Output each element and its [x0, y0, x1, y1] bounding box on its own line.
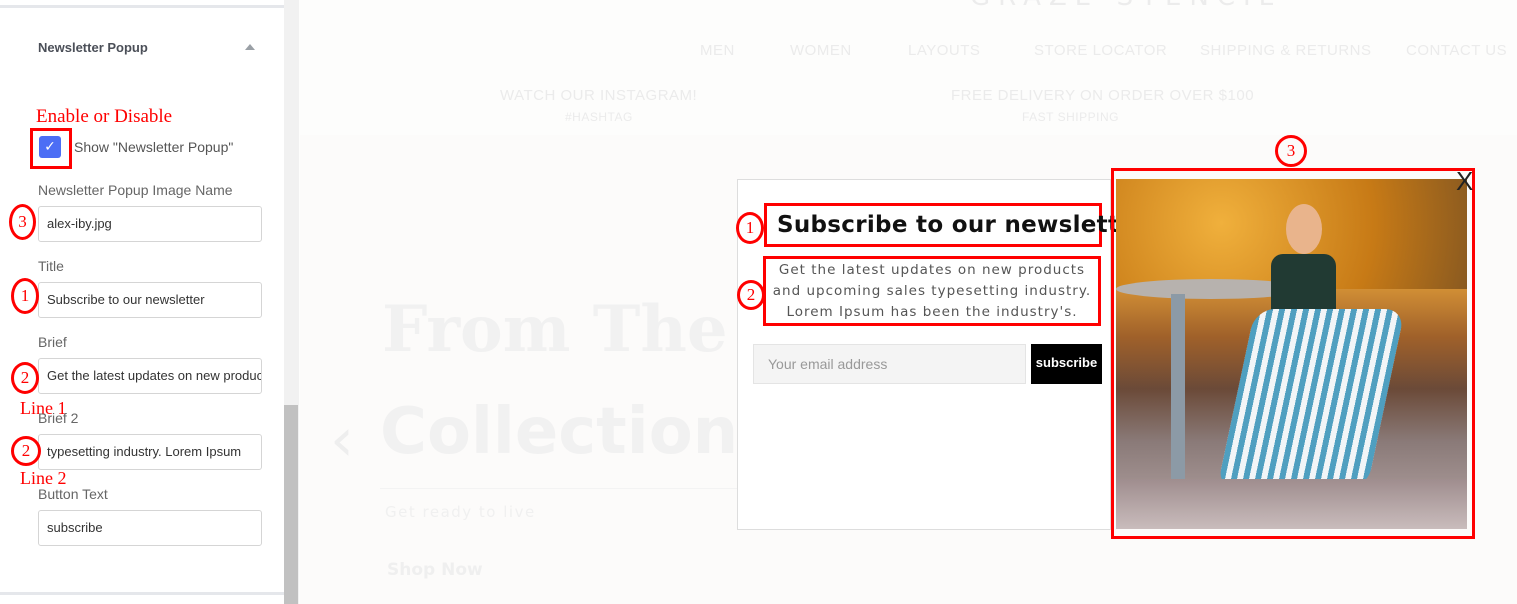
woman-head [1286, 204, 1322, 254]
collapse-caret-icon[interactable] [245, 44, 255, 50]
annotation-3: 3 [9, 204, 36, 240]
table-leg [1171, 294, 1185, 484]
annotation-1-popup: 1 [736, 212, 764, 244]
brief-line: Lorem Ipsum has been the industry's. [786, 304, 1078, 320]
brief-line: and upcoming sales typesetting industry. [772, 283, 1092, 299]
deck-floor [1116, 479, 1467, 529]
button-text-label: Button Text [38, 486, 108, 502]
title-input[interactable]: Subscribe to our newsletter [38, 282, 262, 318]
popup-title: Subscribe to our newsletter [777, 212, 1147, 238]
nav-shipping[interactable]: SHIPPING & RETURNS [1200, 42, 1372, 59]
brief-input[interactable]: Get the latest updates on new products [38, 358, 262, 394]
nav-store-locator[interactable]: STORE LOCATOR [1034, 42, 1167, 59]
annotation-3-popup: 3 [1275, 135, 1307, 167]
woman-pants [1216, 309, 1406, 489]
nav-men[interactable]: MEN [700, 42, 735, 59]
hero-divider [380, 488, 740, 489]
slider-prev-icon[interactable]: ‹ [330, 405, 354, 475]
brief2-input[interactable]: typesetting industry. Lorem Ipsum [38, 434, 262, 470]
site-logo: GRAZE-STENCIL [970, 0, 1281, 12]
show-popup-label: Show "Newsletter Popup" [74, 139, 234, 155]
promo-hashtag: #HASHTAG [565, 110, 633, 124]
brief2-label: Brief 2 [38, 410, 79, 426]
button-text-input[interactable]: subscribe [38, 510, 262, 546]
annotation-2-line2: 2 [11, 436, 41, 466]
subscribe-button[interactable]: subscribe [1031, 344, 1102, 384]
annotation-2-popup: 2 [737, 280, 765, 310]
section-title[interactable]: Newsletter Popup [38, 40, 148, 55]
show-popup-checkbox[interactable]: ✓ [39, 136, 61, 158]
annotation-1: 1 [11, 278, 39, 314]
promo-delivery: FREE DELIVERY ON ORDER OVER $100 [951, 87, 1255, 104]
annotation-enable: Enable or Disable [36, 106, 173, 127]
nav-women[interactable]: WOMEN [790, 42, 852, 59]
title-label: Title [38, 258, 64, 274]
email-input[interactable]: Your email address [753, 344, 1026, 384]
promo-shipping: FAST SHIPPING [1022, 110, 1119, 124]
brief-label: Brief [38, 334, 67, 350]
shop-now-link[interactable]: Shop Now [387, 560, 483, 580]
settings-sidebar: Newsletter Popup Enable or Disable ✓ Sho… [0, 0, 284, 604]
scrollbar-thumb[interactable] [284, 405, 298, 604]
promo-instagram: WATCH OUR INSTAGRAM! [500, 87, 698, 104]
hero-subtitle: Get ready to live [385, 503, 536, 521]
hero-title-2: Collection [380, 395, 739, 469]
nav-contact[interactable]: CONTACT US [1406, 42, 1507, 59]
annotation-2-line1: 2 [11, 362, 39, 394]
brief-line: Get the latest updates on new products [778, 262, 1086, 278]
hero-title-1: From The [382, 292, 728, 367]
popup-brief: Get the latest updates on new products a… [766, 260, 1098, 323]
image-name-label: Newsletter Popup Image Name [38, 182, 233, 198]
image-name-input[interactable]: alex-iby.jpg [38, 206, 262, 242]
close-icon[interactable]: X [1456, 166, 1473, 197]
divider [0, 592, 284, 595]
divider [0, 5, 284, 8]
popup-image [1116, 179, 1467, 529]
nav-layouts[interactable]: LAYOUTS [908, 42, 980, 59]
